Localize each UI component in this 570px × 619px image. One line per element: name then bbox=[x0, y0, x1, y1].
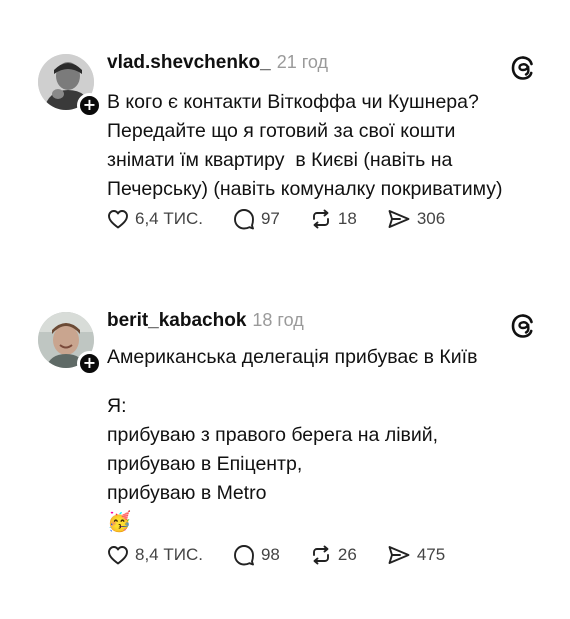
post-text-line: прибуваю з правого берега на лівий, bbox=[107, 424, 439, 446]
post-text-line: В кого є контакти Віткоффа чи Кушнера? bbox=[107, 91, 479, 113]
post-text-line: Американська делегація прибуває в Київ bbox=[107, 346, 478, 368]
like-button[interactable]: 6,4 ТИС. bbox=[107, 209, 203, 229]
comment-button[interactable]: 98 bbox=[233, 544, 280, 566]
share-icon bbox=[388, 546, 410, 564]
username[interactable]: berit_kabachok bbox=[107, 310, 246, 331]
post-actions: 8,4 ТИС. 98 26 475 bbox=[107, 544, 475, 566]
repost-button[interactable]: 26 bbox=[310, 544, 357, 566]
comment-button[interactable]: 97 bbox=[233, 208, 280, 230]
username[interactable]: vlad.shevchenko_ bbox=[107, 52, 271, 73]
comment-count: 98 bbox=[260, 545, 280, 564]
post-actions: 6,4 ТИС. 97 18 306 bbox=[107, 208, 475, 230]
share-icon bbox=[388, 210, 410, 228]
post-text-line: Передайте що я готовий за свої кошти bbox=[107, 120, 456, 142]
post-text-line: Печерську) (навіть комуналку покриватиму… bbox=[107, 178, 503, 200]
share-button[interactable]: 475 bbox=[387, 544, 445, 566]
threads-logo-icon[interactable] bbox=[510, 313, 536, 339]
avatar-wrap[interactable]: + bbox=[38, 312, 102, 376]
follow-plus-icon[interactable]: + bbox=[77, 93, 102, 118]
repost-button[interactable]: 18 bbox=[310, 208, 357, 230]
timestamp: 21 год bbox=[276, 52, 329, 72]
threads-logo-icon[interactable] bbox=[510, 55, 536, 81]
comment-icon bbox=[234, 545, 254, 566]
share-count: 475 bbox=[416, 545, 446, 564]
repost-icon bbox=[312, 209, 329, 229]
party-emoji: 🥳 bbox=[107, 511, 132, 533]
follow-plus-icon[interactable]: + bbox=[77, 351, 102, 376]
post-text-line: прибуваю в Епіцентр, bbox=[107, 453, 303, 475]
post-header: vlad.shevchenko_ 21 год bbox=[107, 52, 328, 74]
comment-count: 97 bbox=[260, 209, 280, 228]
like-button[interactable]: 8,4 ТИС. bbox=[107, 545, 203, 565]
post-text: Американська делегація прибуває в Київ Я… bbox=[107, 343, 557, 542]
like-count: 8,4 ТИС. bbox=[135, 545, 203, 564]
post-text: В кого є контакти Віткоффа чи Кушнера? П… bbox=[107, 88, 557, 204]
share-button[interactable]: 306 bbox=[387, 208, 445, 230]
heart-icon bbox=[108, 546, 128, 565]
repost-count: 26 bbox=[337, 545, 357, 564]
comment-icon bbox=[234, 209, 254, 230]
repost-count: 18 bbox=[337, 209, 357, 228]
post-text-line: знімати їм квартиру в Києві (навіть на bbox=[107, 149, 453, 171]
post-text-line: Я: bbox=[107, 395, 127, 417]
repost-icon bbox=[312, 545, 329, 565]
share-count: 306 bbox=[416, 209, 446, 228]
post-text-line: прибуваю в Metro bbox=[107, 482, 267, 504]
post-header: berit_kabachok 18 год bbox=[107, 310, 304, 332]
like-count: 6,4 ТИС. bbox=[135, 209, 203, 228]
timestamp: 18 год bbox=[252, 310, 304, 330]
avatar-wrap[interactable]: + bbox=[38, 54, 102, 118]
heart-icon bbox=[108, 210, 128, 229]
